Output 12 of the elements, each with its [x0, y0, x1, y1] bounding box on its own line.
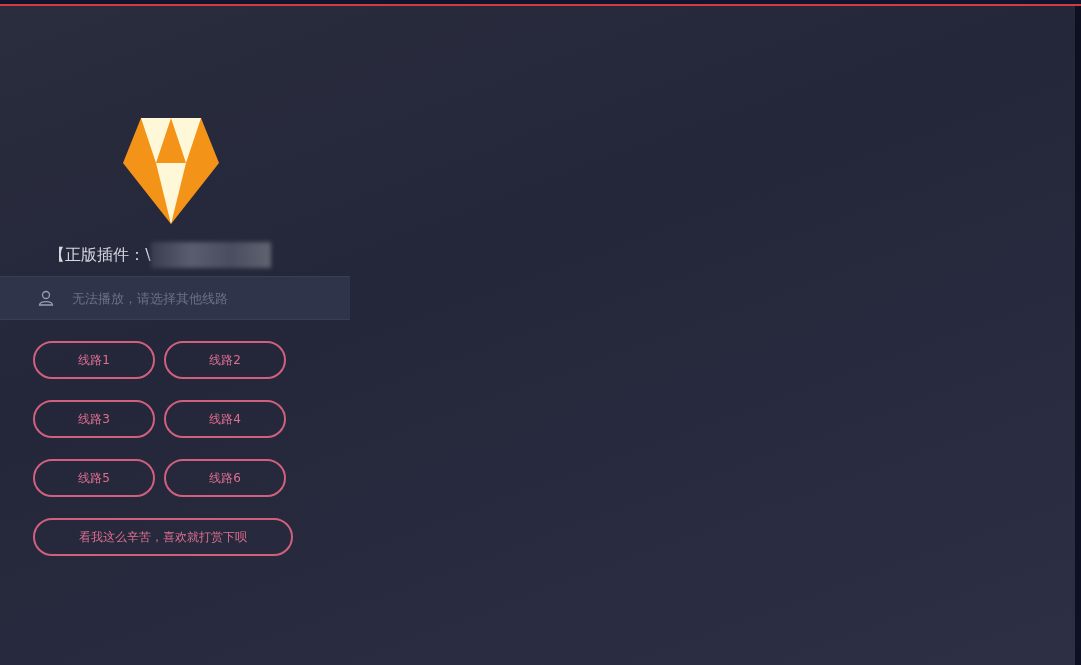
route-button[interactable]: 线路3 [33, 400, 155, 438]
message-field[interactable]: 无法播放，请选择其他线路 [70, 289, 350, 307]
route-button[interactable]: 线路1 [33, 341, 155, 379]
route-button[interactable]: 线路4 [164, 400, 286, 438]
user-icon [38, 290, 54, 306]
diamond-logo-icon [123, 118, 219, 224]
route-button[interactable]: 线路2 [164, 341, 286, 379]
reward-button[interactable]: 看我这么辛苦，喜欢就打赏下呗 [33, 518, 293, 556]
route-button[interactable]: 线路6 [164, 459, 286, 497]
plugin-title: 【正版插件：\ [49, 244, 151, 266]
route-button[interactable]: 线路5 [33, 459, 155, 497]
message-field[interactable]: 无法播放，请选择其他线路 [0, 276, 350, 320]
